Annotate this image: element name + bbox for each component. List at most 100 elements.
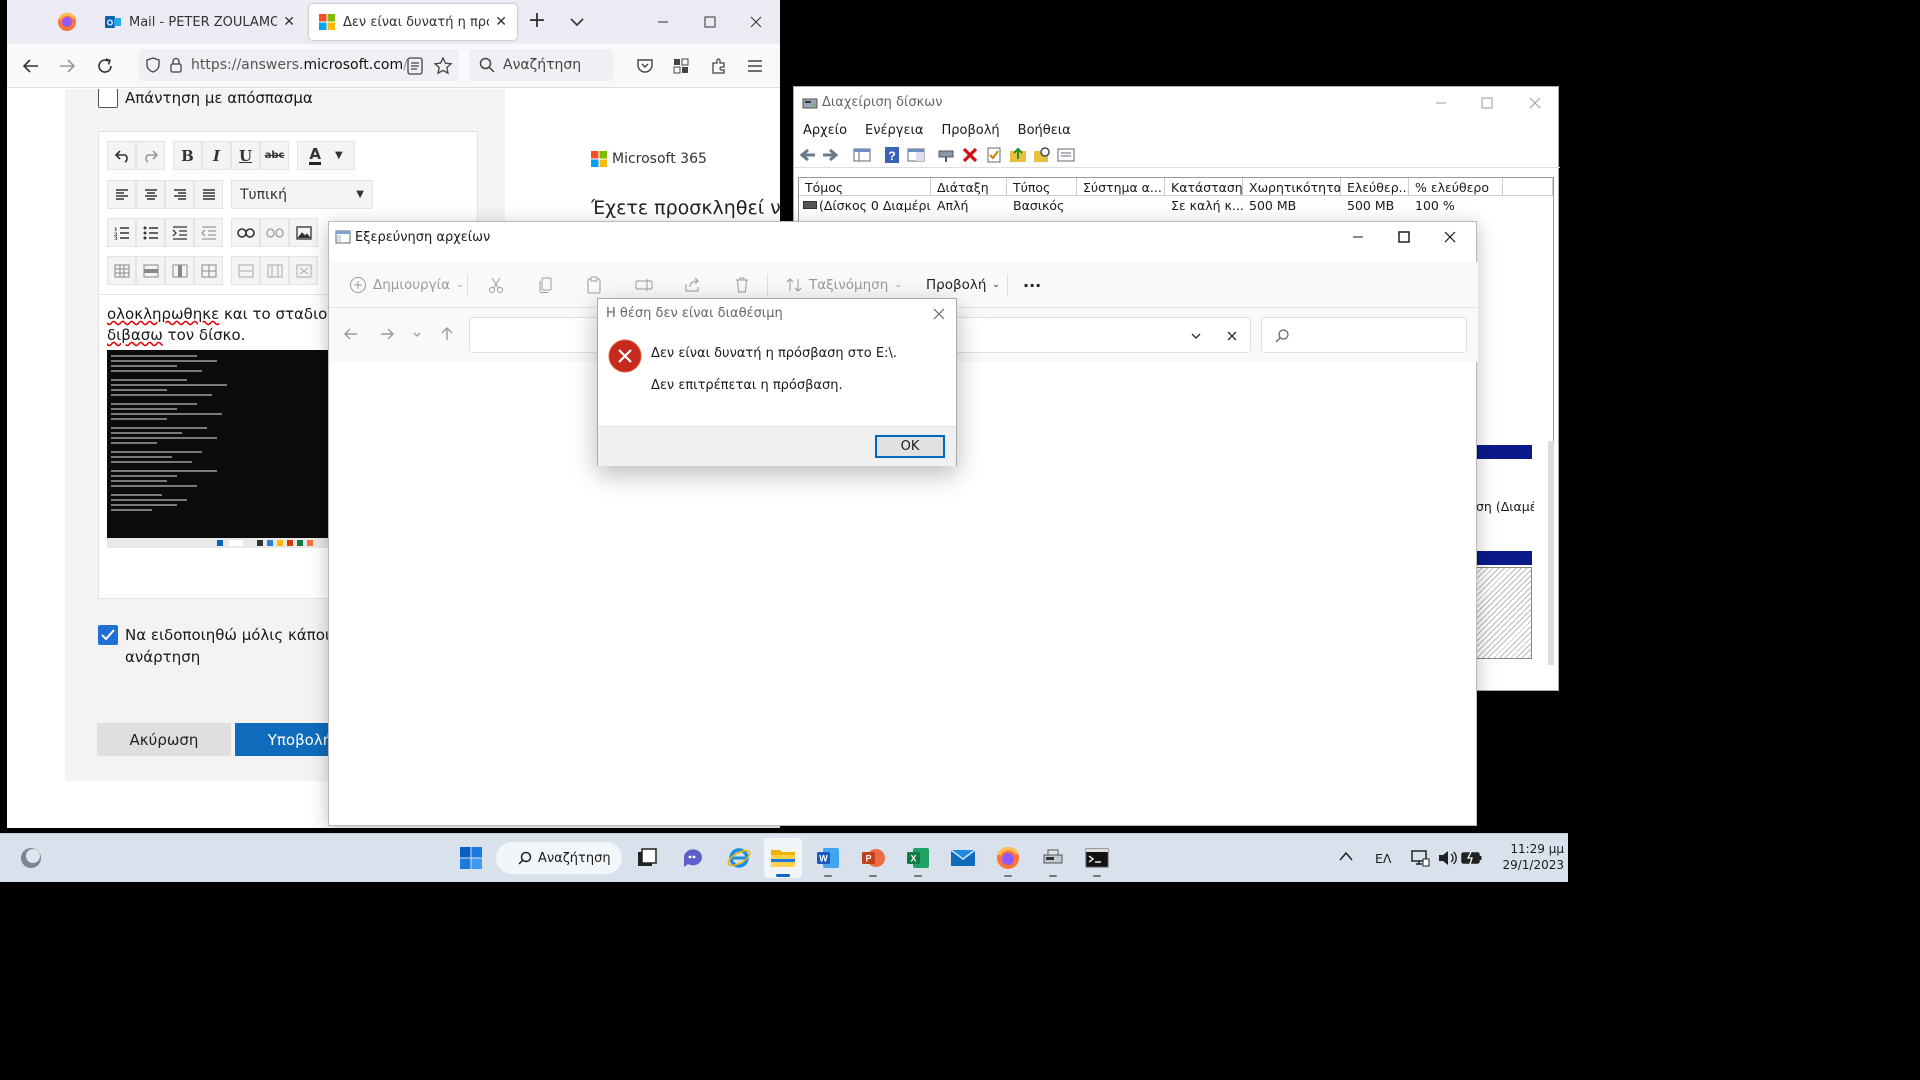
widgets-icon[interactable]	[12, 838, 50, 878]
powerpoint-icon[interactable]: P	[854, 838, 892, 878]
properties-pane-icon[interactable]	[906, 145, 926, 165]
column-header-free[interactable]: Ελεύθερ...	[1341, 178, 1409, 196]
check-disk-icon[interactable]	[984, 145, 1004, 165]
table-delete-icon[interactable]	[289, 256, 318, 285]
search-folder-icon[interactable]	[1032, 145, 1052, 165]
back-icon[interactable]	[343, 326, 359, 342]
italic-icon[interactable]: I	[202, 141, 231, 170]
settings-pane-icon[interactable]	[1056, 145, 1076, 165]
justify-icon[interactable]	[194, 180, 223, 209]
column-header-percent-free[interactable]: % ελεύθερο	[1409, 178, 1503, 196]
bookmark-star-icon[interactable]	[433, 56, 453, 76]
table-merge-icon[interactable]	[231, 256, 260, 285]
bullet-list-icon[interactable]	[136, 218, 165, 247]
underline-icon[interactable]: U	[231, 141, 260, 170]
menu-view[interactable]: Προβολή	[933, 119, 1009, 141]
extensions-puzzle-icon[interactable]	[705, 52, 733, 80]
table-column-icon[interactable]	[165, 256, 194, 285]
internet-explorer-icon[interactable]	[720, 838, 758, 878]
menu-action[interactable]: Ενέργεια	[856, 119, 932, 141]
font-format-select[interactable]: Τυπική ▼	[231, 180, 373, 209]
address-history-chevron-icon[interactable]	[1190, 330, 1202, 342]
close-tab-icon[interactable]: ✕	[283, 14, 295, 30]
cut-icon[interactable]	[487, 270, 505, 300]
close-window-icon[interactable]	[733, 0, 779, 44]
maximize-icon[interactable]	[687, 0, 733, 44]
lock-icon[interactable]	[169, 57, 183, 73]
unallocated-partition[interactable]	[1476, 567, 1532, 659]
up-folder-icon[interactable]	[1008, 145, 1028, 165]
search-bar[interactable]: Αναζήτηση	[469, 49, 613, 81]
column-header-status[interactable]: Κατάσταση	[1165, 178, 1243, 196]
close-window-icon[interactable]	[1427, 222, 1473, 252]
reload-icon[interactable]	[91, 52, 119, 80]
firefox-taskbar-icon[interactable]	[989, 838, 1027, 878]
insert-table-icon[interactable]	[107, 256, 136, 285]
table-row[interactable]: (Δίσκος 0 Διαμέρι... Απλή Βασικός Σε καλ…	[799, 197, 1553, 215]
image-icon[interactable]	[289, 218, 318, 247]
column-header-volume[interactable]: Τόμος	[799, 178, 931, 196]
column-header-type[interactable]: Τύπος	[1007, 178, 1077, 196]
task-view-icon[interactable]	[628, 838, 666, 878]
cancel-button[interactable]: Ακύρωση	[97, 723, 231, 756]
table-properties-icon[interactable]	[260, 256, 289, 285]
input-language-indicator[interactable]: ΕΛ	[1375, 851, 1391, 866]
forward-arrow-icon[interactable]	[820, 145, 840, 165]
column-header-filesystem[interactable]: Σύστημα α...	[1077, 178, 1165, 196]
reader-view-icon[interactable]	[407, 57, 423, 75]
connect-drive-icon[interactable]	[936, 145, 956, 165]
rename-icon[interactable]	[635, 270, 653, 300]
bold-icon[interactable]: B	[173, 141, 202, 170]
paste-icon[interactable]	[585, 270, 603, 300]
extension-icon[interactable]	[667, 52, 695, 80]
menu-file[interactable]: Αρχείο	[794, 119, 856, 141]
outdent-icon[interactable]	[194, 218, 223, 247]
recent-locations-icon[interactable]	[411, 328, 423, 340]
teams-chat-icon[interactable]	[674, 838, 712, 878]
see-more-button[interactable]: ···	[1023, 270, 1041, 300]
tab-answers[interactable]: Δεν είναι δυνατή η πρόσβαση ✕	[309, 4, 517, 40]
unlink-icon[interactable]	[260, 218, 289, 247]
forward-icon[interactable]	[53, 52, 81, 80]
indent-icon[interactable]	[165, 218, 194, 247]
delete-icon[interactable]	[960, 145, 980, 165]
table-row-icon[interactable]	[136, 256, 165, 285]
search-box[interactable]	[1261, 317, 1467, 353]
numbered-list-icon[interactable]: 123	[107, 218, 136, 247]
copy-icon[interactable]	[537, 270, 555, 300]
up-icon[interactable]	[439, 326, 455, 342]
undo-icon[interactable]	[107, 141, 136, 170]
close-dialog-icon[interactable]	[932, 307, 948, 323]
share-icon[interactable]	[683, 270, 701, 300]
font-color-icon[interactable]: A ▼	[297, 141, 355, 170]
link-icon[interactable]	[231, 218, 260, 247]
notify-checkbox[interactable]	[98, 625, 118, 645]
minimize-icon[interactable]	[640, 0, 686, 44]
sort-button[interactable]: Ταξινόμηση ⌄	[785, 270, 902, 300]
shield-icon[interactable]	[145, 57, 161, 73]
start-button[interactable]	[452, 838, 490, 878]
minimize-icon[interactable]	[1418, 87, 1464, 119]
excel-icon[interactable]: X	[899, 838, 937, 878]
disk-management-taskbar-icon[interactable]	[1034, 838, 1072, 878]
taskbar-search[interactable]: Αναζήτηση	[496, 842, 622, 874]
align-left-icon[interactable]	[107, 180, 136, 209]
redo-icon[interactable]	[136, 141, 165, 170]
strikethrough-icon[interactable]: abc	[260, 141, 289, 170]
column-header-capacity[interactable]: Χωρητικότητα	[1243, 178, 1341, 196]
firefox-view-icon[interactable]	[55, 10, 79, 34]
forward-icon[interactable]	[379, 326, 395, 342]
close-window-icon[interactable]	[1512, 87, 1558, 119]
clear-address-icon[interactable]	[1226, 330, 1238, 342]
app-menu-icon[interactable]	[741, 52, 769, 80]
help-icon[interactable]: ?	[882, 145, 902, 165]
reply-quote-checkbox[interactable]	[98, 89, 118, 108]
align-right-icon[interactable]	[165, 180, 194, 209]
delete-icon[interactable]	[733, 270, 751, 300]
clock[interactable]: 11:29 μμ 29/1/2023	[1488, 841, 1564, 873]
minimize-icon[interactable]	[1335, 222, 1381, 252]
menu-help[interactable]: Βοήθεια	[1009, 119, 1080, 141]
mail-icon[interactable]	[944, 838, 982, 878]
align-center-icon[interactable]	[136, 180, 165, 209]
show-hidden-icons-icon[interactable]	[1338, 850, 1354, 862]
